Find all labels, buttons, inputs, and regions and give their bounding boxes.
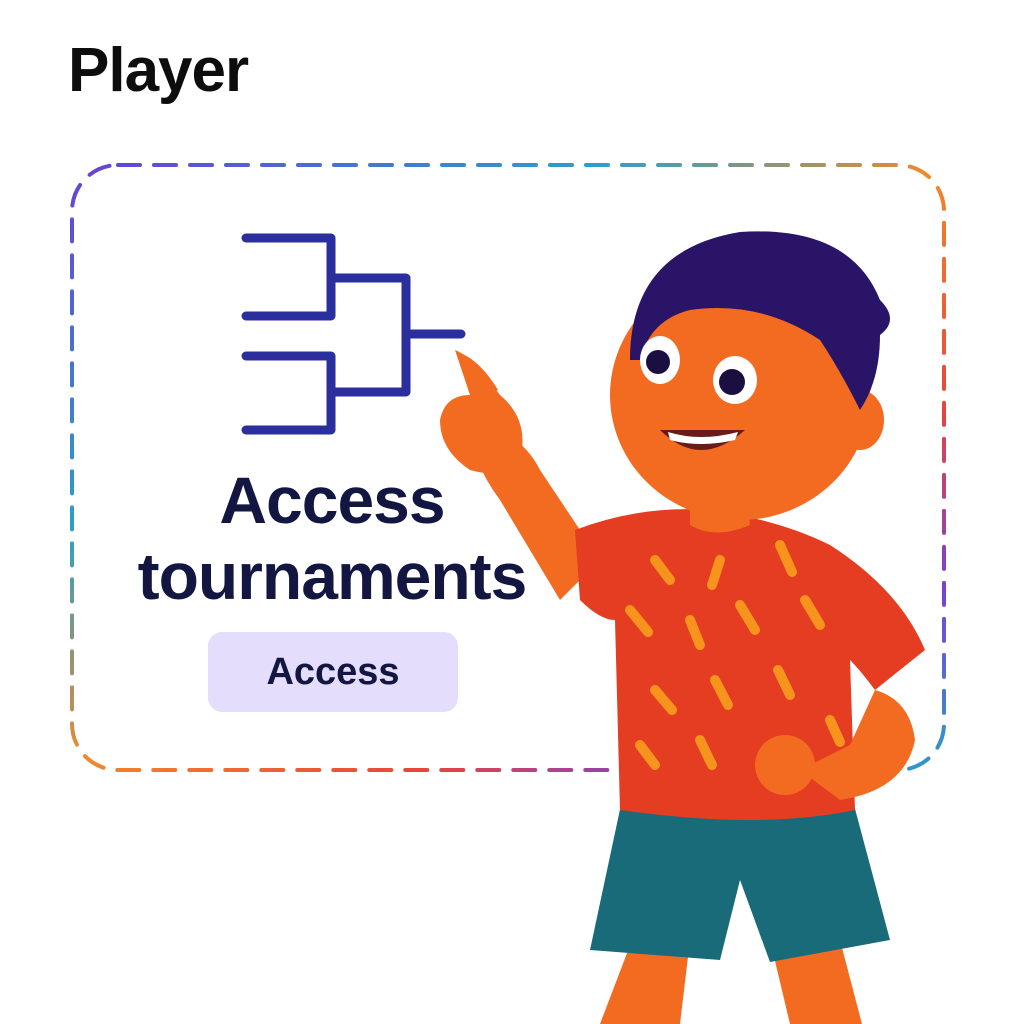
boy-pointing-illustration [440,231,925,1024]
